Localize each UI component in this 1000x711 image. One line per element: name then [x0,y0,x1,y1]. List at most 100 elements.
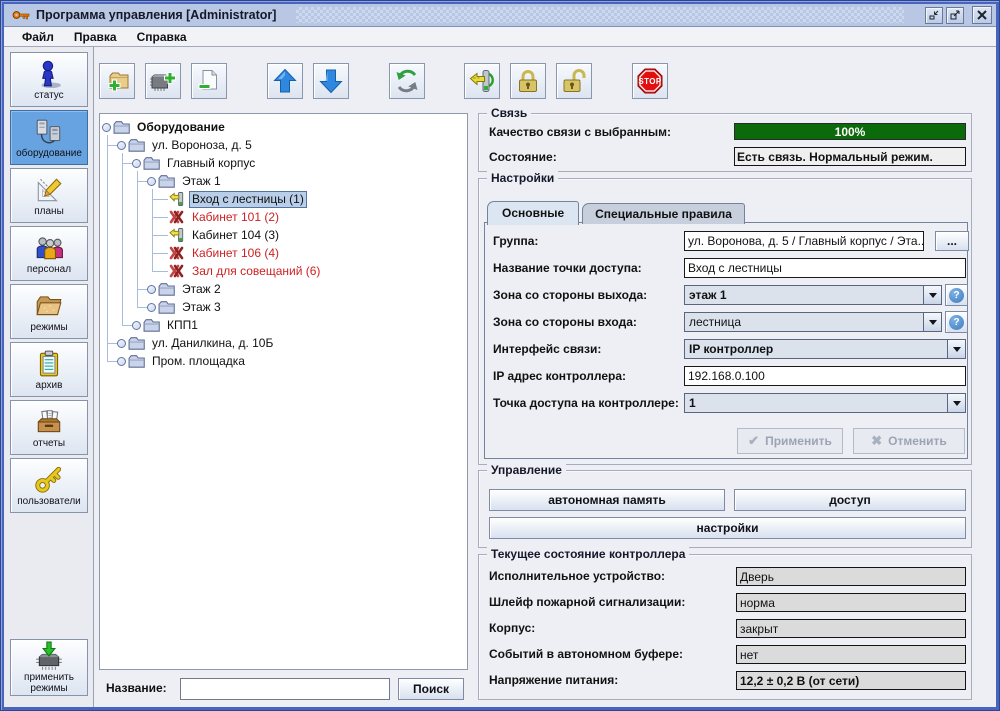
tree-expand-handle[interactable] [132,321,141,330]
folder-icon [143,156,160,170]
tree-node[interactable]: Кабинет 101 (2) [100,208,467,226]
ap-name-field[interactable]: Вход с лестницы [684,258,966,278]
sidebar-item-equipment[interactable]: оборудование [10,110,88,165]
controller-settings-button[interactable]: настройки [489,517,966,539]
tree-node[interactable]: Этаж 1 [100,172,467,190]
sidebar-item-label: режимы [30,322,67,333]
access-point-button[interactable] [464,63,500,99]
menu-edit[interactable]: Правка [64,28,127,46]
remove-item-button[interactable] [191,63,227,99]
group-field[interactable]: ул. Воронова, д. 5 / Главный корпус / Эт… [684,231,924,251]
lock-button[interactable] [510,63,546,99]
chevron-down-icon[interactable] [947,394,965,412]
tree-node[interactable]: Зал для совещаний (6) [100,262,467,280]
offline-x-icon [168,210,185,224]
app-window: Программа управления [Administrator] Фай… [0,0,1000,711]
autonomous-memory-button[interactable]: автономная память [489,489,725,511]
exit-zone-help-button[interactable]: ? [945,284,968,306]
apply-button[interactable]: ✔ Применить [737,428,843,454]
browse-button[interactable]: ... [935,231,969,251]
tab-special-rules[interactable]: Специальные правила [582,203,745,224]
main-area: STOP Оборудование ул. Вороноза, д. 5 [94,47,996,707]
add-controller-button[interactable] [145,63,181,99]
tree-expand-handle[interactable] [102,123,111,132]
access-button[interactable]: доступ [734,489,966,511]
quality-progressbar: 100% [734,123,966,140]
ip-field[interactable]: 192.168.0.100 [684,366,966,386]
sidebar-item-status[interactable]: статус [10,52,88,107]
move-down-button[interactable] [313,63,349,99]
voltage-label: Напряжение питания: [489,673,618,687]
maximize-icon [949,9,961,21]
tree-node[interactable]: Пром. площадка [100,352,467,370]
refresh-button[interactable] [389,63,425,99]
search-button[interactable]: Поиск [398,678,464,700]
unlock-icon [561,68,587,94]
fire-loop-value: норма [736,593,966,612]
sidebar-item-apply-modes[interactable]: применить режимы [10,639,88,696]
sidebar-item-plans[interactable]: планы [10,168,88,223]
sidebar-item-users[interactable]: пользователи [10,458,88,513]
menu-file[interactable]: Файл [12,28,64,46]
tree-expand-handle[interactable] [147,303,156,312]
cancel-button[interactable]: ✖ Отменить [853,428,965,454]
access-point-icon [469,68,495,94]
tree-node[interactable]: КПП1 [100,316,467,334]
quality-percent: 100% [835,125,866,139]
app-key-icon [12,8,30,22]
settings-group: Настройки Основные Специальные правила Г… [478,178,972,465]
quality-label: Качество связи с выбранным: [489,125,671,139]
tree-expand-handle[interactable] [147,285,156,294]
add-group-button[interactable] [99,63,135,99]
tree-node[interactable]: ул. Вороноза, д. 5 [100,136,467,154]
tree-node[interactable]: Кабинет 104 (3) [100,226,467,244]
sidebar-item-reports[interactable]: отчеты [10,400,88,455]
tree-node-root[interactable]: Оборудование [100,118,467,136]
access-point-icon [168,192,185,206]
sidebar-item-staff[interactable]: персонал [10,226,88,281]
entry-zone-label: Зона со стороны входа: [493,315,685,329]
stop-button[interactable]: STOP [632,63,668,99]
tree-expand-handle[interactable] [147,177,156,186]
state-label: Состояние: [489,150,557,164]
archive-clipboard-icon [34,349,64,379]
entry-zone-help-button[interactable]: ? [945,311,968,333]
chevron-down-icon[interactable] [923,286,941,304]
folder-icon [158,300,175,314]
chevron-down-icon[interactable] [947,340,965,358]
entry-zone-combobox[interactable]: лестница [684,312,942,332]
tree-node-selected[interactable]: Вход с лестницы (1) [100,190,467,208]
unlock-button[interactable] [556,63,592,99]
tree-expand-handle[interactable] [117,357,126,366]
tree-node[interactable]: Кабинет 106 (4) [100,244,467,262]
tree-node[interactable]: ул. Данилкина, д. 10Б [100,334,467,352]
sidebar-item-archive[interactable]: архив [10,342,88,397]
ap-number-combobox[interactable]: 1 [684,393,966,413]
close-button[interactable] [972,6,992,24]
sidebar-item-label: отчеты [33,438,65,449]
check-icon: ✔ [748,433,759,449]
search-label: Название: [106,681,167,695]
tree-expand-handle[interactable] [132,159,141,168]
folder-icon [143,318,160,332]
exit-zone-combobox[interactable]: этаж 1 [684,285,942,305]
tree-expand-handle[interactable] [117,141,126,150]
interface-label: Интерфейс связи: [493,342,685,356]
tree-node[interactable]: Главный корпус [100,154,467,172]
tree-expand-handle[interactable] [117,339,126,348]
plans-drafting-icon [34,175,64,205]
maximize-button[interactable] [946,7,964,24]
interface-combobox[interactable]: IP контроллер [684,339,966,359]
tab-main[interactable]: Основные [487,201,579,225]
tree-node[interactable]: Этаж 3 [100,298,467,316]
menu-help[interactable]: Справка [127,28,197,46]
tree-node[interactable]: Этаж 2 [100,280,467,298]
chevron-down-icon[interactable] [923,313,941,331]
voltage-value: 12,2 ± 0,2 В (от сети) [736,671,966,690]
minimize-button[interactable] [925,7,943,24]
sidebar-item-modes[interactable]: режимы [10,284,88,339]
search-input[interactable] [180,678,390,700]
sidebar-item-label: оборудование [16,148,82,159]
folder-icon [128,336,145,350]
move-up-button[interactable] [267,63,303,99]
